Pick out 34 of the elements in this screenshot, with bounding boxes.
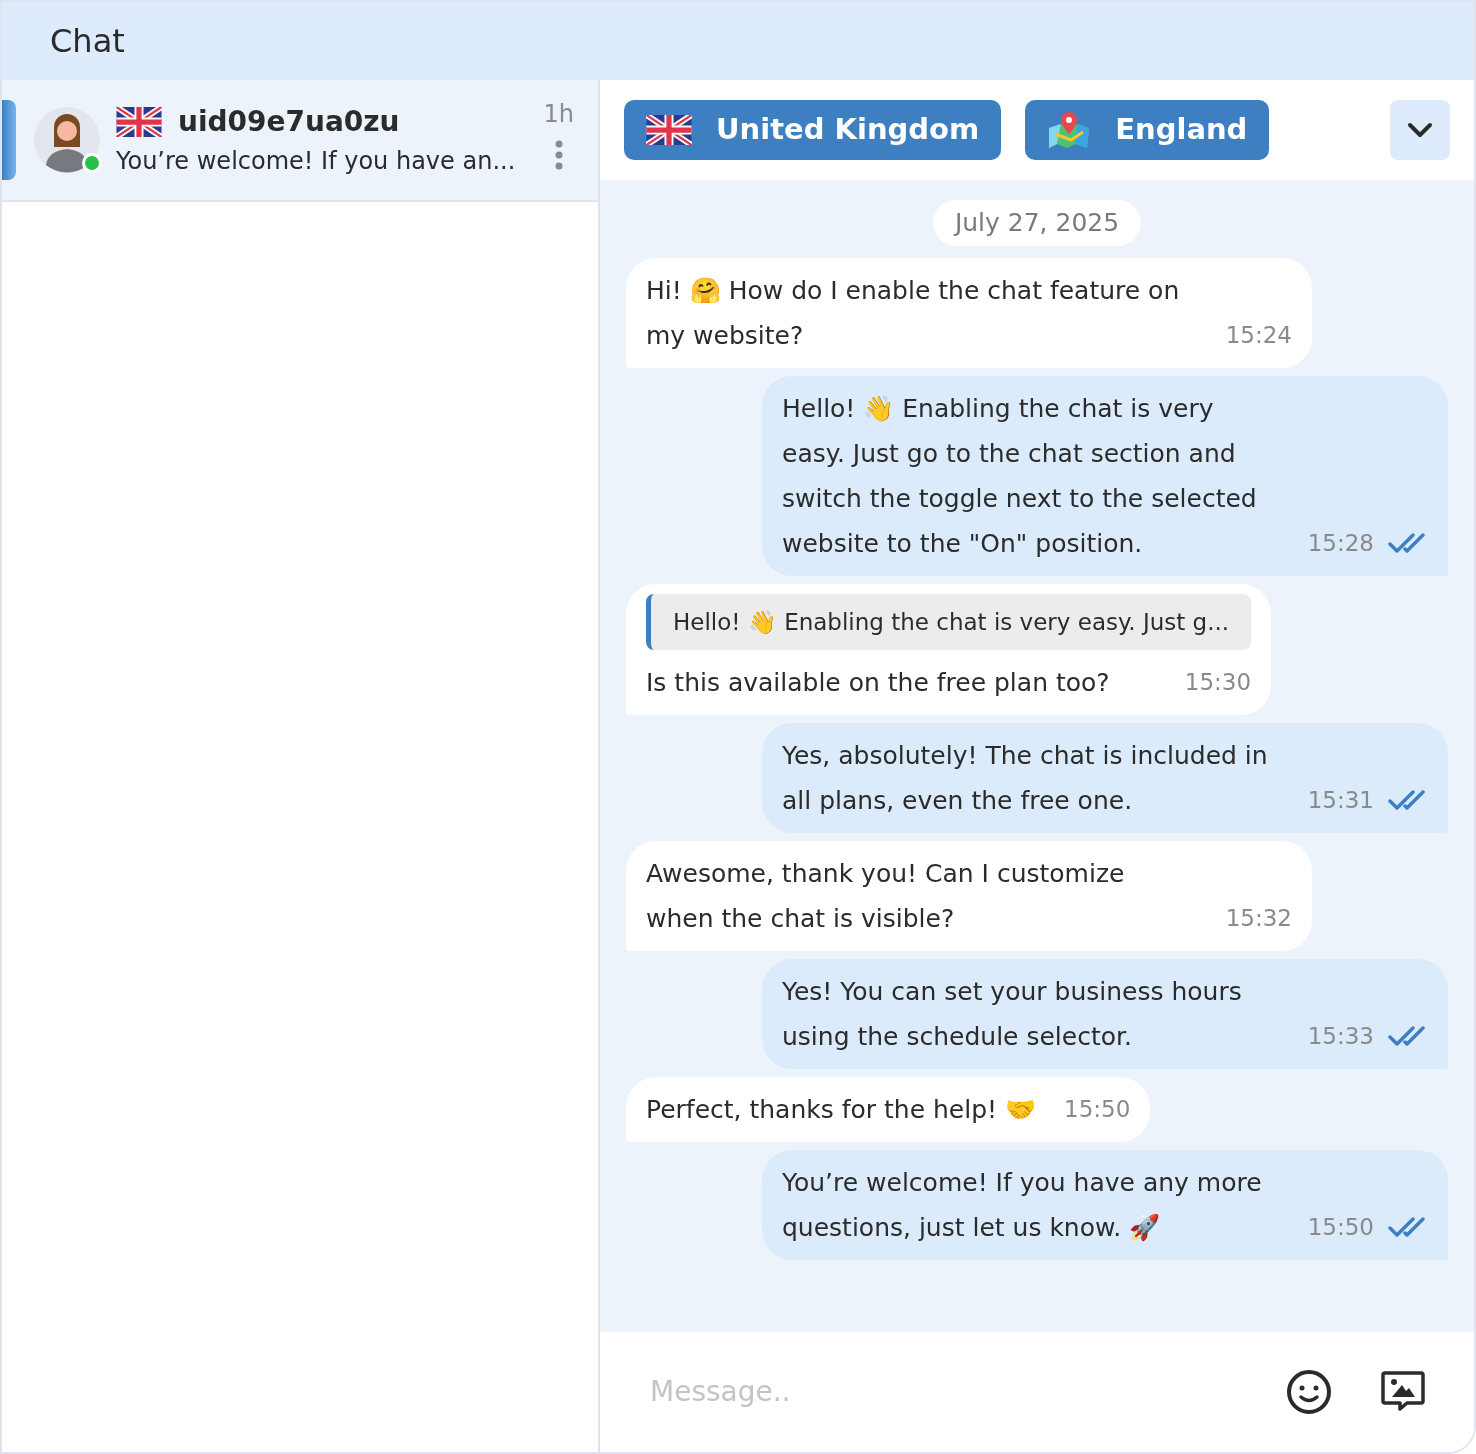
chevron-down-icon (1407, 122, 1433, 138)
message-input[interactable]: Message.. (648, 1370, 1238, 1414)
message-text: Yes, absolutely! The chat is included in all plans, even the free one. (782, 739, 1269, 817)
message-time: 15:33 (1307, 1021, 1374, 1051)
map-pin-icon (1047, 110, 1092, 150)
contact-name: uid09e7ua0zu (178, 104, 400, 140)
message-time: 15:32 (1225, 903, 1292, 933)
message-time: 15:24 (1225, 320, 1292, 350)
message-time: 15:31 (1307, 785, 1374, 815)
date-separator: July 27, 2025 (932, 200, 1142, 246)
message-text: Perfect, thanks for the help! 🤝 (646, 1093, 1037, 1126)
message-time: 15:28 (1307, 528, 1374, 558)
region-tag[interactable]: England (1025, 100, 1270, 160)
header-title: Chat (50, 21, 125, 62)
message-text: You’re welcome! If you have any more questions, just let us know. 🚀 (782, 1166, 1263, 1244)
message-text: Hello! 👋 Enabling the chat is very easy. Just go to the chat section and switch the toggle next to the selected website to the "On" position. (782, 392, 1258, 560)
message-text: Is this available on the free plan too? (646, 666, 1111, 699)
more-options-icon[interactable] (554, 140, 563, 170)
message-text: Yes! You can set your business hours using the schedule selector. (782, 975, 1243, 1053)
message-time: 15:30 (1184, 667, 1252, 697)
country-tag[interactable]: United Kingdom (624, 100, 1002, 160)
dropdown-button[interactable] (1390, 100, 1450, 160)
message-time: 15:50 (1307, 1212, 1374, 1242)
conversation-item[interactable]: uid09e7ua0zu You’re welcome! If you have an... 1h (2, 80, 598, 202)
conversation-time: 1h (543, 99, 574, 130)
message-text: Awesome, thank you! Can I customize when the chat is visible? (646, 857, 1126, 935)
quoted-message: Hello! 👋 Enabling the chat is very easy. Just g... (646, 593, 1252, 650)
message-text: Hi! 🤗 How do I enable the chat feature on my website? (646, 274, 1181, 352)
avatar (34, 107, 100, 173)
flag-icon (116, 107, 162, 137)
message-time: 15:50 (1064, 1094, 1131, 1124)
emoji-icon[interactable] (1286, 1369, 1332, 1415)
message-preview: You’re welcome! If you have an... (116, 146, 517, 177)
flag-icon (646, 115, 692, 145)
